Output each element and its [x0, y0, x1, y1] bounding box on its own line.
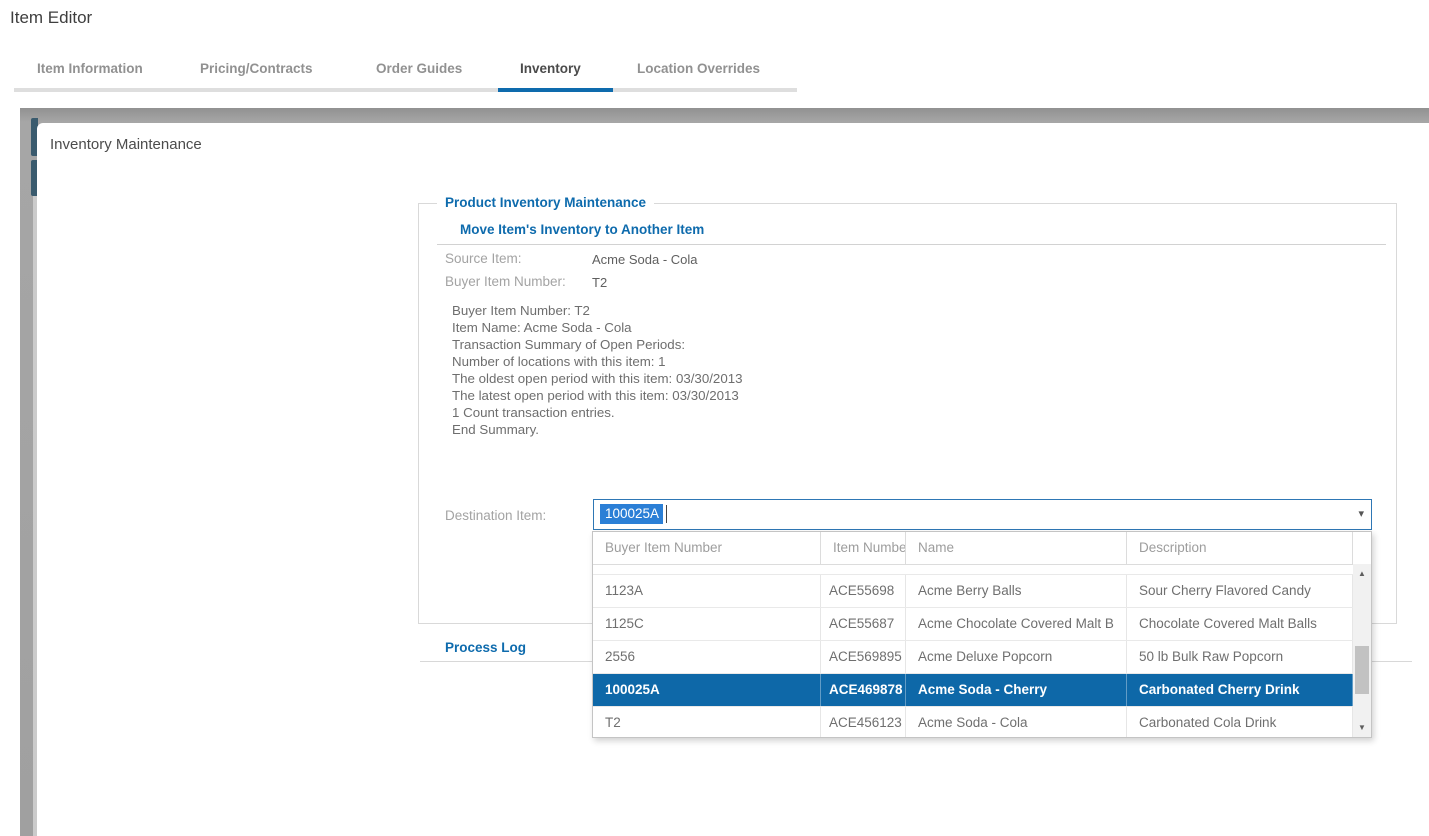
clipped-row[interactable]: [593, 565, 1353, 575]
summary-line: Transaction Summary of Open Periods:: [452, 336, 743, 353]
column-header-filler: [1353, 532, 1371, 564]
cell-buyer-item-number: 1123A: [593, 575, 821, 607]
page-title: Item Editor: [10, 8, 92, 28]
cell-name: Acme Soda - Cola: [906, 707, 1127, 737]
active-tab-indicator: [498, 88, 613, 92]
process-log-heading: Process Log: [445, 640, 526, 655]
cell-item-number: ACE569895: [821, 641, 906, 673]
column-header-description: Description: [1127, 532, 1353, 564]
cell-buyer-item-number: 100025A: [593, 674, 821, 706]
subheading-divider: [437, 244, 1386, 245]
tab-track: [14, 88, 797, 92]
chevron-down-icon[interactable]: ▾: [1358, 507, 1364, 520]
dropdown-row[interactable]: T2 ACE456123 Acme Soda - Cola Carbonated…: [593, 707, 1353, 737]
dropdown-row-selected[interactable]: 100025A ACE469878 Acme Soda - Cherry Car…: [593, 674, 1353, 707]
summary-line: End Summary.: [452, 421, 743, 438]
cell-item-number: ACE55698: [821, 575, 906, 607]
cell-name: Acme Chocolate Covered Malt B: [906, 608, 1127, 640]
move-inventory-subheading: Move Item's Inventory to Another Item: [460, 222, 704, 237]
cell-description: Sour Cherry Flavored Candy: [1127, 575, 1353, 607]
summary-line: 1 Count transaction entries.: [452, 404, 743, 421]
cell-description: 50 lb Bulk Raw Popcorn: [1127, 641, 1353, 673]
column-header-name: Name: [906, 532, 1127, 564]
destination-item-dropdown: Buyer Item Number Item Number Name Descr…: [592, 531, 1372, 738]
cell-description: Carbonated Cherry Drink: [1127, 674, 1353, 706]
dropdown-row[interactable]: 1125C ACE55687 Acme Chocolate Covered Ma…: [593, 608, 1353, 641]
cell-description: Carbonated Cola Drink: [1127, 707, 1353, 737]
summary-line: Buyer Item Number: T2: [452, 302, 743, 319]
cell-name: Acme Deluxe Popcorn: [906, 641, 1127, 673]
dropdown-header-row: Buyer Item Number Item Number Name Descr…: [593, 532, 1371, 565]
text-caret: [666, 505, 667, 523]
cell-item-number: ACE469878: [821, 674, 906, 706]
source-item-value: Acme Soda - Cola: [592, 252, 698, 267]
summary-line: The oldest open period with this item: 0…: [452, 370, 743, 387]
scroll-down-icon[interactable]: ▼: [1353, 721, 1371, 735]
cell-description: Chocolate Covered Malt Balls: [1127, 608, 1353, 640]
tab-inventory[interactable]: Inventory: [520, 61, 581, 76]
tab-item-information[interactable]: Item Information: [37, 61, 143, 76]
dropdown-rows-viewport: 1123A ACE55698 Acme Berry Balls Sour Che…: [593, 565, 1353, 737]
scroll-up-icon[interactable]: ▲: [1353, 567, 1371, 581]
summary-line: The latest open period with this item: 0…: [452, 387, 743, 404]
summary-line: Item Name: Acme Soda - Cola: [452, 319, 743, 336]
cell-item-number: ACE55687: [821, 608, 906, 640]
buyer-item-number-label: Buyer Item Number:: [445, 274, 566, 289]
source-item-label: Source Item:: [445, 251, 522, 266]
tab-location-overrides[interactable]: Location Overrides: [637, 61, 760, 76]
buyer-item-number-value: T2: [592, 275, 607, 290]
column-header-buyer-item-number: Buyer Item Number: [593, 532, 821, 564]
column-header-item-number: Item Number: [821, 532, 906, 564]
tab-pricing-contracts[interactable]: Pricing/Contracts: [200, 61, 313, 76]
cell-buyer-item-number: T2: [593, 707, 821, 737]
dropdown-row[interactable]: 1123A ACE55698 Acme Berry Balls Sour Che…: [593, 575, 1353, 608]
cell-buyer-item-number: 2556: [593, 641, 821, 673]
cell-item-number: ACE456123: [821, 707, 906, 737]
item-editor-screen: Item Editor Item Information Pricing/Con…: [0, 0, 1429, 836]
tab-order-guides[interactable]: Order Guides: [376, 61, 462, 76]
dropdown-row[interactable]: 2556 ACE569895 Acme Deluxe Popcorn 50 lb…: [593, 641, 1353, 674]
destination-item-label: Destination Item:: [445, 508, 546, 523]
panel-title: Inventory Maintenance: [50, 136, 202, 153]
cell-name: Acme Soda - Cherry: [906, 674, 1127, 706]
fieldset-legend: Product Inventory Maintenance: [437, 195, 654, 210]
cell-buyer-item-number: 1125C: [593, 608, 821, 640]
cell-name: Acme Berry Balls: [906, 575, 1127, 607]
destination-item-selected-text: 100025A: [600, 504, 663, 524]
summary-line: Number of locations with this item: 1: [452, 353, 743, 370]
transaction-summary: Buyer Item Number: T2 Item Name: Acme So…: [452, 302, 743, 438]
destination-item-input[interactable]: 100025A ▾: [593, 499, 1372, 530]
scrollbar-thumb[interactable]: [1355, 646, 1369, 694]
dropdown-scrollbar[interactable]: ▲ ▼: [1353, 564, 1371, 737]
